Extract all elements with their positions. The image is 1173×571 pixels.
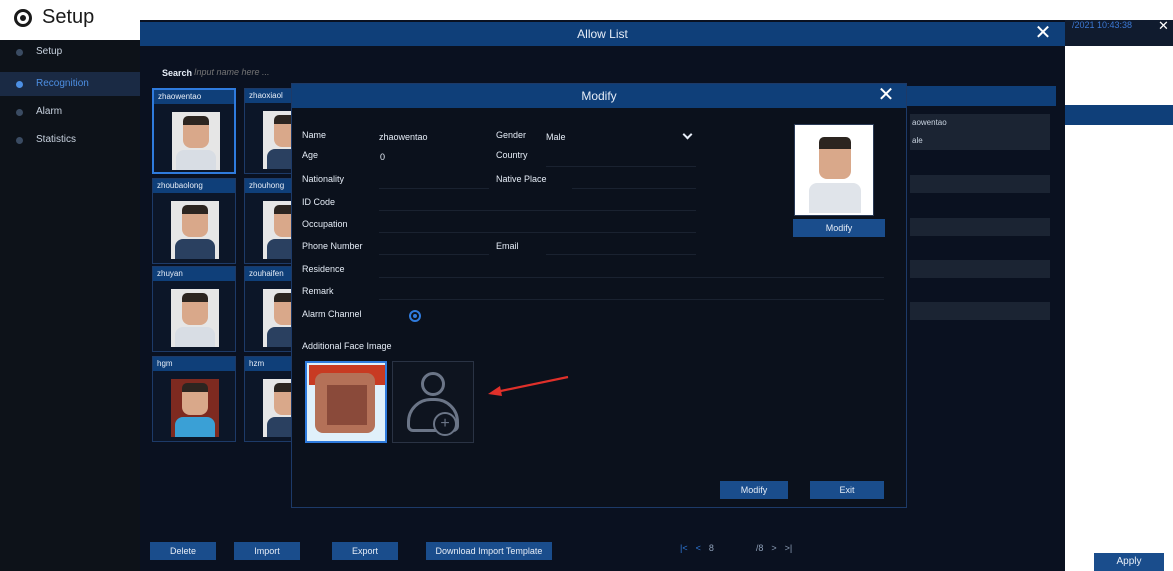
modify-dialog: Modify ✕ Name zhaowentao Gender Male Age…	[291, 83, 907, 508]
right-strip-highlight	[1065, 105, 1173, 125]
occupation-label: Occupation	[302, 219, 348, 229]
face-card[interactable]: zhuyan	[152, 266, 236, 352]
first-page-button[interactable]: |<	[680, 543, 688, 553]
id-code-label: ID Code	[302, 197, 336, 207]
sidebar-item-label: Setup	[36, 46, 63, 57]
sidebar-item-label: Statistics	[36, 134, 77, 145]
bullet-icon	[16, 137, 23, 144]
detail-name-field: aowentao	[910, 114, 1050, 132]
face-photo	[171, 379, 219, 437]
name-label: Name	[302, 130, 327, 140]
residence-field[interactable]	[379, 277, 884, 278]
close-icon[interactable]: ✕	[1032, 23, 1054, 44]
pagination: |< < 8 /8 > >|	[680, 543, 792, 553]
additional-face-label: Additional Face Image	[302, 341, 392, 351]
age-field[interactable]: 0	[380, 152, 385, 162]
current-page: 8	[708, 543, 714, 553]
face-card-name: zhoubaolong	[153, 179, 235, 193]
plus-icon: +	[433, 412, 457, 436]
phone-field[interactable]	[379, 254, 489, 255]
bullet-icon	[16, 109, 23, 116]
red-arrow-annotation	[488, 375, 569, 396]
sidebar-item-label: Recognition	[36, 78, 89, 89]
close-icon[interactable]: ✕	[874, 85, 898, 106]
face-card[interactable]: hgm	[152, 356, 236, 442]
detail-field	[910, 218, 1050, 236]
residence-label: Residence	[302, 264, 345, 274]
face-photo	[172, 112, 220, 170]
face-card-name: zhaowentao	[154, 90, 234, 104]
import-button[interactable]: Import	[234, 542, 300, 560]
add-face-image-button[interactable]: +	[392, 361, 474, 443]
gear-icon	[14, 8, 32, 27]
phone-label: Phone Number	[302, 241, 363, 251]
nationality-field[interactable]	[379, 188, 489, 189]
avatar-icon	[421, 372, 445, 396]
face-card-name: zhuyan	[153, 267, 235, 281]
bullet-icon	[16, 49, 23, 56]
detail-field	[910, 302, 1050, 320]
alarm-channel-label: Alarm Channel	[302, 309, 362, 319]
face-card[interactable]: zhoubaolong	[152, 178, 236, 264]
sidebar-item-statistics[interactable]: Statistics	[0, 128, 140, 152]
allow-list-title: Allow List	[140, 22, 1065, 46]
modify-dialog-title: Modify	[292, 84, 906, 108]
download-template-button[interactable]: Download Import Template	[426, 542, 552, 560]
additional-face-image[interactable]	[305, 361, 387, 443]
remark-label: Remark	[302, 286, 334, 296]
next-page-button[interactable]: >	[771, 543, 776, 553]
sidebar-item-setup[interactable]: Setup	[0, 40, 140, 64]
age-label: Age	[302, 150, 319, 160]
detail-header	[906, 86, 1056, 106]
modify-photo-button[interactable]: Modify	[793, 219, 885, 237]
app-title: Setup	[42, 6, 95, 28]
prev-page-button[interactable]: <	[696, 543, 701, 553]
country-label: Country	[496, 150, 528, 160]
sidebar: Setup Recognition Alarm Statistics	[0, 40, 140, 571]
occupation-field[interactable]	[379, 232, 696, 233]
gender-select[interactable]: Male	[546, 132, 566, 142]
face-card-name: hgm	[153, 357, 235, 371]
portrait-photo	[794, 124, 874, 216]
chevron-down-icon[interactable]	[682, 129, 693, 140]
face-photo	[171, 289, 219, 347]
sidebar-item-recognition[interactable]: Recognition	[0, 72, 140, 96]
bullet-icon	[16, 81, 23, 88]
gender-label: Gender	[496, 130, 527, 140]
delete-button[interactable]: Delete	[150, 542, 216, 560]
modify-button[interactable]: Modify	[720, 481, 788, 499]
email-label: Email	[496, 241, 519, 251]
search-input[interactable]	[194, 64, 294, 80]
email-field[interactable]	[546, 254, 696, 255]
detail-gender-field: ale	[910, 132, 1050, 150]
nationality-label: Nationality	[302, 174, 345, 184]
exit-button[interactable]: Exit	[810, 481, 884, 499]
face-card[interactable]: zhaowentao	[152, 88, 236, 174]
detail-field	[910, 175, 1050, 193]
export-button[interactable]: Export	[332, 542, 398, 560]
app-header: Setup	[14, 6, 94, 29]
alarm-channel-settings-icon[interactable]	[409, 310, 421, 322]
remark-field[interactable]	[379, 299, 884, 300]
total-pages: /8	[755, 543, 764, 553]
native-place-field[interactable]	[572, 188, 696, 189]
id-code-field[interactable]	[379, 210, 696, 211]
country-field[interactable]	[546, 166, 696, 167]
search-label: Search	[162, 68, 193, 78]
native-place-label: Native Place	[496, 174, 547, 184]
last-page-button[interactable]: >|	[785, 543, 793, 553]
name-field[interactable]: zhaowentao	[379, 132, 428, 142]
close-icon[interactable]: ✕	[1158, 18, 1169, 34]
detail-field	[910, 260, 1050, 278]
apply-button[interactable]: Apply	[1094, 553, 1164, 571]
sidebar-item-alarm[interactable]: Alarm	[0, 100, 140, 124]
datetime: /2021 10:43:38	[1072, 20, 1133, 30]
sidebar-item-label: Alarm	[36, 106, 63, 117]
face-photo	[171, 201, 219, 259]
